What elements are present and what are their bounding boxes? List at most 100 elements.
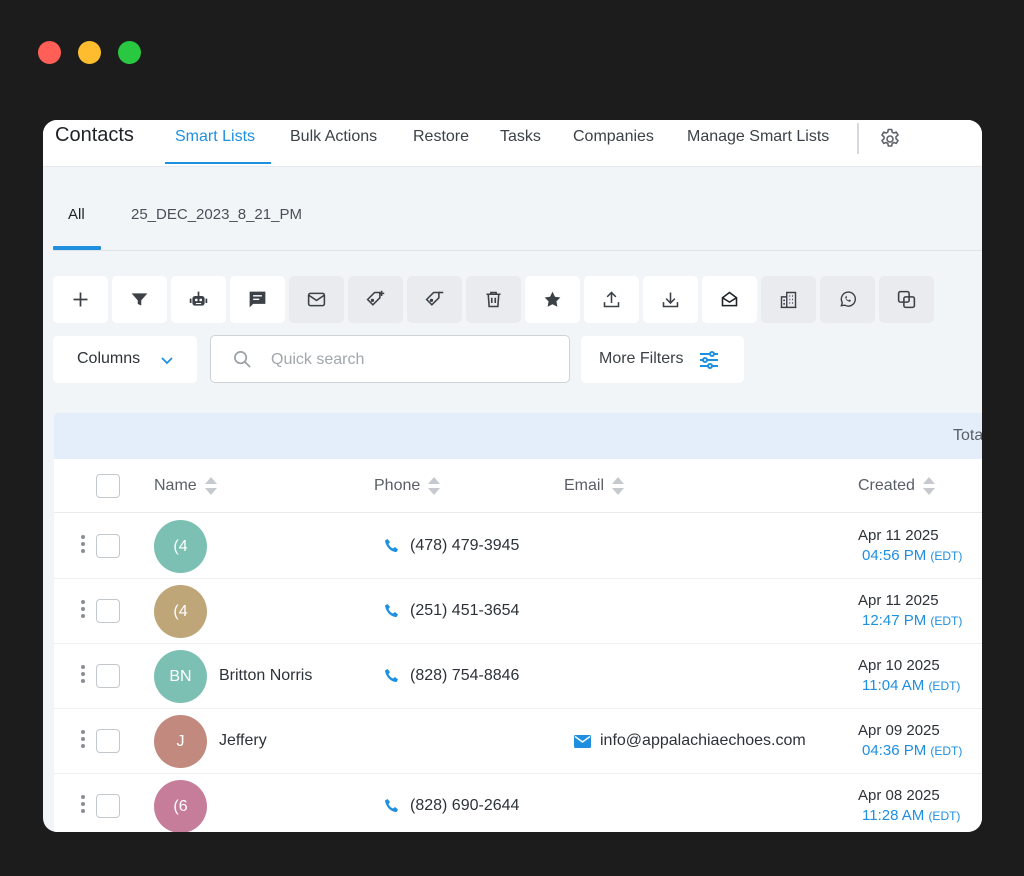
created-date: Apr 11 2025 04:56 PM (EDT) — [858, 526, 962, 566]
contact-phone[interactable]: (478) 479-3945 — [384, 537, 519, 555]
maximize-window-button[interactable] — [118, 41, 141, 64]
remove-tag-button[interactable] — [407, 276, 462, 323]
phone-icon — [385, 669, 398, 682]
columns-dropdown[interactable]: Columns — [53, 336, 197, 383]
merge-button[interactable] — [879, 276, 934, 323]
table-row[interactable]: J Jeffery info@appalachiaechoes.com Apr … — [54, 709, 982, 774]
phone-number: (251) 451-3654 — [410, 602, 520, 619]
send-sms-button[interactable] — [230, 276, 285, 323]
timezone: (EDT) — [930, 614, 963, 628]
bulk-actions-toolbar — [53, 276, 938, 323]
row-checkbox[interactable] — [96, 794, 120, 818]
created-day: Apr 08 2025 — [858, 787, 940, 804]
column-header-label: Created — [858, 477, 915, 494]
add-to-company-button[interactable] — [761, 276, 816, 323]
select-all-checkbox[interactable] — [96, 474, 120, 498]
row-checkbox[interactable] — [96, 534, 120, 558]
created-date: Apr 11 2025 12:47 PM (EDT) — [858, 591, 962, 631]
star-icon — [544, 291, 561, 307]
row-checkbox[interactable] — [96, 599, 120, 623]
row-checkbox[interactable] — [96, 729, 120, 753]
review-request-button[interactable] — [702, 276, 757, 323]
row-menu-icon[interactable] — [80, 665, 86, 687]
table-row[interactable]: (4 (251) 451-3654 Apr 11 2025 12:47 PM (… — [54, 579, 982, 644]
column-header-label: Email — [564, 477, 605, 494]
contact-name[interactable]: Britton Norris — [219, 667, 312, 685]
contacts-table: Name Phone Email Created (4 (478) 479-39… — [54, 459, 982, 832]
tab-restore[interactable]: Restore — [413, 128, 469, 146]
avatar[interactable]: (4 — [154, 520, 207, 573]
sliders-icon — [700, 351, 718, 369]
whatsapp-icon — [840, 291, 857, 307]
created-time: 11:28 AM — [862, 807, 925, 824]
subtab-all[interactable]: All — [68, 206, 85, 223]
sort-icon — [922, 477, 935, 495]
minimize-window-button[interactable] — [78, 41, 101, 64]
contact-phone[interactable]: (828) 690-2644 — [384, 797, 519, 815]
column-header-email[interactable]: Email — [564, 477, 625, 495]
total-bar: Tota — [54, 413, 982, 459]
contact-phone[interactable]: (828) 754-8846 — [384, 667, 519, 685]
chevron-down-icon — [161, 357, 173, 365]
sort-icon — [612, 477, 625, 495]
phone-icon — [385, 799, 398, 812]
contact-phone[interactable]: (251) 451-3654 — [384, 602, 519, 620]
created-day: Apr 09 2025 — [858, 722, 940, 739]
contact-email[interactable]: info@appalachiaechoes.com — [574, 732, 806, 750]
whatsapp-button[interactable] — [820, 276, 875, 323]
table-row[interactable]: (4 (478) 479-3945 Apr 11 2025 04:56 PM (… — [54, 514, 982, 579]
created-date: Apr 08 2025 11:28 AM (EDT) — [858, 786, 960, 826]
tag-add-icon — [366, 290, 385, 306]
avatar[interactable]: (4 — [154, 585, 207, 638]
table-row[interactable]: (6 (828) 690-2644 Apr 08 2025 11:28 AM (… — [54, 774, 982, 832]
favorite-button[interactable] — [525, 276, 580, 323]
tab-smart-lists[interactable]: Smart Lists — [175, 128, 255, 146]
row-menu-icon[interactable] — [80, 535, 86, 557]
tab-manage-smart-lists[interactable]: Manage Smart Lists — [687, 128, 829, 146]
row-checkbox[interactable] — [96, 664, 120, 688]
column-header-label: Name — [154, 477, 197, 494]
table-row[interactable]: BN Britton Norris (828) 754-8846 Apr 10 … — [54, 644, 982, 709]
more-filters-label: More Filters — [599, 350, 684, 367]
filter-button[interactable] — [112, 276, 167, 323]
filter-icon — [131, 293, 148, 306]
created-day: Apr 11 2025 — [858, 592, 939, 609]
active-tab-indicator — [165, 162, 271, 164]
row-menu-icon[interactable] — [80, 795, 86, 817]
gear-icon[interactable] — [878, 127, 902, 151]
column-header-label: Phone — [374, 477, 421, 494]
quick-search — [210, 335, 570, 383]
column-header-name[interactable]: Name — [154, 477, 217, 495]
import-button[interactable] — [643, 276, 698, 323]
tab-bulk-actions[interactable]: Bulk Actions — [290, 128, 377, 146]
column-header-created[interactable]: Created — [858, 477, 935, 495]
app-window: Contacts Smart Lists Bulk Actions Restor… — [43, 120, 982, 832]
contact-name[interactable]: Jeffery — [219, 732, 267, 750]
created-time: 12:47 PM — [862, 612, 927, 629]
row-menu-icon[interactable] — [80, 730, 86, 752]
tab-tasks[interactable]: Tasks — [500, 128, 541, 146]
avatar[interactable]: (6 — [154, 780, 207, 832]
subtab-smart-list[interactable]: 25_DEC_2023_8_21_PM — [131, 206, 302, 223]
add-tag-button[interactable] — [348, 276, 403, 323]
avatar[interactable]: J — [154, 715, 207, 768]
close-window-button[interactable] — [38, 41, 61, 64]
created-time-line: 04:56 PM (EDT) — [858, 546, 962, 566]
export-button[interactable] — [584, 276, 639, 323]
delete-button[interactable] — [466, 276, 521, 323]
window-controls — [38, 41, 141, 64]
more-filters-button[interactable]: More Filters — [581, 336, 744, 383]
upload-icon — [603, 291, 620, 308]
send-email-button[interactable] — [289, 276, 344, 323]
merge-icon — [897, 290, 916, 309]
add-contact-button[interactable] — [53, 276, 108, 323]
row-menu-icon[interactable] — [80, 600, 86, 622]
avatar[interactable]: BN — [154, 650, 207, 703]
tag-remove-icon — [425, 291, 444, 306]
smart-list-tabs: All 25_DEC_2023_8_21_PM — [53, 167, 982, 251]
search-input[interactable] — [271, 348, 551, 372]
column-header-phone[interactable]: Phone — [374, 477, 441, 495]
timezone: (EDT) — [928, 809, 961, 823]
tab-companies[interactable]: Companies — [573, 128, 654, 146]
automation-button[interactable] — [171, 276, 226, 323]
